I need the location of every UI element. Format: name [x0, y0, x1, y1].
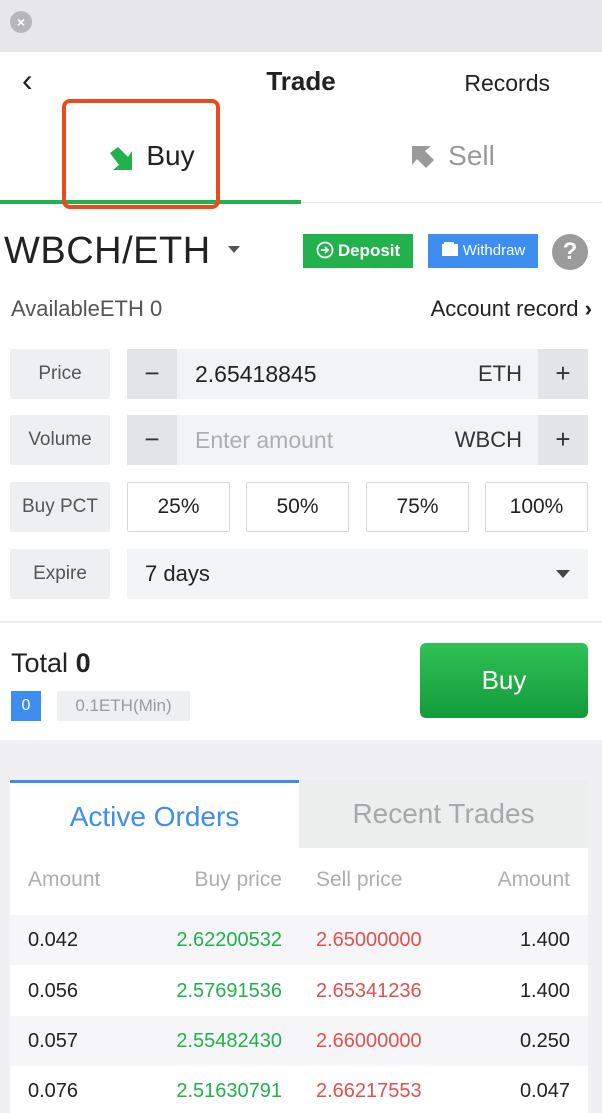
- volume-unit: WBCH: [454, 427, 522, 452]
- pct-25-button[interactable]: 25%: [127, 482, 230, 532]
- available-balance: AvailableETH 0: [11, 296, 163, 321]
- account-record-label: Account record: [430, 296, 579, 321]
- close-icon[interactable]: ×: [10, 11, 32, 33]
- pct-50-button[interactable]: 50%: [246, 482, 349, 532]
- table-row[interactable]: 0.056 2.57691536 2.65341236 1.400: [10, 966, 588, 1016]
- tab-active-orders[interactable]: Active Orders: [10, 780, 299, 848]
- wallet-icon: [441, 242, 458, 256]
- help-icon[interactable]: ?: [552, 234, 588, 270]
- expire-label: Expire: [10, 549, 110, 599]
- row-amount-sell: 0.047: [519, 1080, 570, 1102]
- divider: [0, 621, 602, 623]
- row-amount-sell: 1.400: [519, 929, 570, 951]
- col-amount-buy: Amount: [28, 868, 101, 891]
- withdraw-button[interactable]: Withdraw: [428, 234, 538, 268]
- row-buy-price: 2.55482430: [176, 1030, 282, 1052]
- volume-input[interactable]: Enter amount: [195, 427, 333, 454]
- tab-sell[interactable]: Sell: [301, 110, 602, 202]
- row-amount-buy: 0.056: [28, 980, 79, 1002]
- count-badge: 0: [11, 691, 41, 721]
- table-row[interactable]: 0.042 2.62200532 2.65000000 1.400: [10, 915, 588, 965]
- pair-name: WBCH/ETH: [4, 230, 211, 272]
- orders-panel: Active Orders Recent Trades Amount Buy p…: [10, 780, 588, 1113]
- row-buy-price: 2.57691536: [176, 980, 282, 1002]
- tab-sell-label: Sell: [448, 140, 495, 171]
- row-sell-price: 2.66000000: [316, 1030, 422, 1052]
- price-field[interactable]: − 2.65418845 ETH +: [127, 349, 588, 399]
- account-record-link[interactable]: Account record ›: [431, 296, 592, 322]
- pct-75-button[interactable]: 75%: [366, 482, 469, 532]
- table-row[interactable]: 0.076 2.51630791 2.66217553 0.047: [10, 1066, 588, 1113]
- withdraw-label: Withdraw: [462, 242, 526, 259]
- row-amount-sell: 0.250: [519, 1030, 570, 1052]
- expire-select[interactable]: 7 days: [127, 549, 588, 599]
- caret-down-icon: [556, 570, 570, 578]
- price-label: Price: [10, 349, 110, 399]
- price-unit: ETH: [478, 361, 522, 386]
- caret-down-icon: [228, 246, 240, 253]
- col-amount-sell: Amount: [497, 868, 570, 891]
- row-amount-buy: 0.057: [28, 1030, 79, 1052]
- price-decrement-button[interactable]: −: [127, 349, 177, 399]
- min-note: 0.1ETH(Min): [57, 691, 190, 721]
- chevron-right-icon: ›: [584, 296, 592, 321]
- records-link[interactable]: Records: [464, 70, 550, 97]
- row-amount-buy: 0.076: [28, 1080, 79, 1102]
- deposit-button[interactable]: Deposit: [303, 234, 413, 268]
- price-increment-button[interactable]: +: [538, 349, 588, 399]
- table-row[interactable]: 0.057 2.55482430 2.66000000 0.250: [10, 1016, 588, 1066]
- price-input[interactable]: 2.65418845: [195, 361, 317, 388]
- row-amount-buy: 0.042: [28, 929, 79, 951]
- volume-increment-button[interactable]: +: [538, 415, 588, 465]
- arrow-right-circle-icon: [316, 241, 334, 259]
- row-amount-sell: 1.400: [519, 980, 570, 1002]
- volume-label: Volume: [10, 415, 110, 465]
- highlight-annotation: [62, 99, 220, 209]
- window-titlebar: ×: [0, 0, 602, 52]
- row-sell-price: 2.65000000: [316, 929, 422, 951]
- row-buy-price: 2.62200532: [176, 929, 282, 951]
- col-sell-price: Sell price: [316, 868, 403, 891]
- total-summary: Total 0: [11, 648, 91, 679]
- total-value: 0: [75, 648, 91, 678]
- arrow-up-left-icon: [412, 145, 435, 168]
- buy-pct-label: Buy PCT: [10, 482, 110, 532]
- deposit-label: Deposit: [337, 241, 401, 260]
- row-sell-price: 2.65341236: [316, 980, 422, 1002]
- row-buy-price: 2.51630791: [176, 1080, 282, 1102]
- volume-field[interactable]: − Enter amount WBCH +: [127, 415, 588, 465]
- total-label: Total: [11, 648, 69, 678]
- pct-100-button[interactable]: 100%: [485, 482, 588, 532]
- row-sell-price: 2.66217553: [316, 1080, 422, 1102]
- buy-button[interactable]: Buy: [420, 643, 588, 718]
- col-buy-price: Buy price: [194, 868, 282, 891]
- volume-decrement-button[interactable]: −: [127, 415, 177, 465]
- expire-value: 7 days: [145, 561, 210, 586]
- tab-recent-trades[interactable]: Recent Trades: [299, 780, 588, 848]
